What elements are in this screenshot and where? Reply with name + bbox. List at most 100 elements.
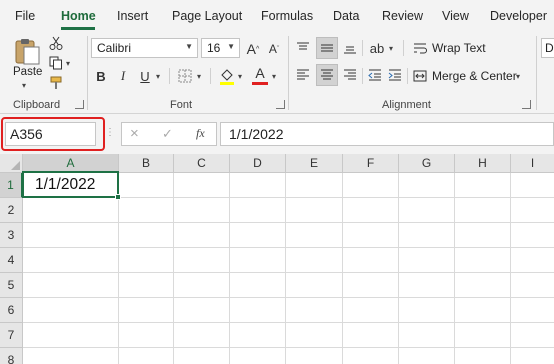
bold-icon[interactable]: B bbox=[93, 67, 109, 85]
merge-dropdown-icon: ▾ bbox=[516, 72, 521, 81]
tab-developer[interactable]: Developer bbox=[490, 9, 547, 23]
paste-dropdown-icon[interactable]: ▾ bbox=[22, 81, 26, 90]
gridline bbox=[23, 222, 554, 223]
cancel-icon[interactable]: × bbox=[130, 125, 139, 142]
top-align-icon[interactable] bbox=[294, 38, 312, 58]
alignment-launcher-icon[interactable] bbox=[522, 100, 531, 109]
borders-icon[interactable] bbox=[176, 67, 194, 85]
font-group-label: Font bbox=[170, 99, 193, 111]
merge-center-button[interactable]: Merge & Center ▾ bbox=[412, 67, 524, 85]
formula-buttons: × ✓ fx bbox=[121, 122, 217, 146]
fill-color-icon[interactable] bbox=[218, 66, 236, 86]
merge-center-label: Merge & Center bbox=[432, 69, 517, 83]
copy-dropdown-icon[interactable]: ▾ bbox=[66, 59, 70, 68]
column-header-f[interactable]: F bbox=[343, 154, 399, 173]
number-format-value: Da bbox=[545, 41, 554, 55]
alignment-divider bbox=[362, 40, 363, 56]
column-header-h[interactable]: H bbox=[455, 154, 511, 173]
column-header-b[interactable]: B bbox=[119, 154, 174, 173]
orientation-dropdown-icon[interactable]: ▾ bbox=[389, 44, 393, 53]
align-left-icon[interactable] bbox=[294, 65, 312, 85]
copy-icon[interactable] bbox=[47, 54, 65, 72]
row-header-1[interactable]: 1 bbox=[0, 173, 23, 198]
bottom-align-icon[interactable] bbox=[341, 38, 359, 58]
group-divider bbox=[536, 36, 537, 110]
paste-icon bbox=[15, 39, 40, 65]
tab-review[interactable]: Review bbox=[382, 9, 423, 23]
font-divider bbox=[169, 68, 170, 84]
number-format-select[interactable]: Da bbox=[541, 38, 554, 58]
gridline bbox=[229, 173, 230, 364]
underline-icon[interactable]: U bbox=[137, 67, 153, 85]
row-header-2[interactable]: 2 bbox=[0, 198, 23, 223]
wrap-text-button[interactable]: Wrap Text bbox=[412, 39, 492, 57]
tab-formulas[interactable]: Formulas bbox=[261, 9, 313, 23]
ribbon-tab-bar: File Home Insert Page Layout Formulas Da… bbox=[0, 0, 554, 32]
gridline bbox=[285, 173, 286, 364]
borders-dropdown-icon[interactable]: ▾ bbox=[197, 72, 201, 81]
font-launcher-icon[interactable] bbox=[276, 100, 285, 109]
column-header-i[interactable]: I bbox=[511, 154, 554, 173]
insert-function-icon[interactable]: fx bbox=[196, 126, 205, 141]
enter-icon[interactable]: ✓ bbox=[162, 126, 173, 142]
increase-indent-icon[interactable] bbox=[386, 65, 404, 85]
row-header-3[interactable]: 3 bbox=[0, 223, 23, 248]
ribbon: Paste ▾ ▾ Clipboard Calibri ▼ 16 ▼ A ^ Aˇ… bbox=[0, 32, 554, 114]
select-all-button[interactable] bbox=[0, 154, 23, 173]
clipboard-launcher-icon[interactable] bbox=[75, 100, 84, 109]
tab-view[interactable]: View bbox=[442, 9, 469, 23]
row-header-8[interactable]: 8 bbox=[0, 348, 23, 364]
cut-icon[interactable] bbox=[47, 34, 65, 52]
align-center-icon[interactable] bbox=[316, 64, 338, 86]
column-header-e[interactable]: E bbox=[286, 154, 343, 173]
alignment-divider bbox=[362, 68, 363, 84]
underline-dropdown-icon[interactable]: ▾ bbox=[156, 72, 160, 81]
gridline bbox=[173, 173, 174, 364]
align-right-icon[interactable] bbox=[341, 65, 359, 85]
format-painter-icon[interactable] bbox=[47, 74, 65, 92]
row-header-5[interactable]: 5 bbox=[0, 273, 23, 298]
alignment-divider bbox=[407, 68, 408, 84]
group-divider bbox=[87, 36, 88, 110]
font-color-icon[interactable]: A bbox=[251, 65, 269, 85]
tab-file[interactable]: File bbox=[15, 9, 35, 23]
gridline bbox=[23, 322, 554, 323]
font-color-dropdown-icon[interactable]: ▾ bbox=[272, 72, 276, 81]
italic-icon[interactable]: I bbox=[115, 67, 131, 85]
worksheet-grid: A B C D E F G H I 1 2 3 4 5 6 7 8 1/1/20… bbox=[0, 154, 554, 364]
gridline bbox=[23, 347, 554, 348]
decrease-indent-icon[interactable] bbox=[366, 65, 384, 85]
gridline bbox=[23, 272, 554, 273]
font-size-select[interactable]: 16 ▼ bbox=[201, 38, 240, 58]
font-name-select[interactable]: Calibri ▼ bbox=[91, 38, 198, 58]
wrap-text-label: Wrap Text bbox=[432, 41, 486, 55]
row-header-7[interactable]: 7 bbox=[0, 323, 23, 348]
increase-font-size-icon[interactable]: A ^ bbox=[245, 40, 261, 58]
row-header-4[interactable]: 4 bbox=[0, 248, 23, 273]
fill-color-dropdown-icon[interactable]: ▾ bbox=[238, 72, 242, 81]
decrease-font-size-icon[interactable]: Aˇ bbox=[266, 40, 282, 58]
cell-a1[interactable]: 1/1/2022 bbox=[22, 171, 119, 198]
fill-handle[interactable] bbox=[115, 194, 121, 200]
tab-data[interactable]: Data bbox=[333, 9, 359, 23]
paste-button[interactable]: Paste ▾ bbox=[10, 34, 44, 90]
select-all-icon bbox=[11, 161, 20, 170]
merge-center-icon bbox=[412, 68, 428, 84]
gridline bbox=[510, 173, 511, 364]
row-header-6[interactable]: 6 bbox=[0, 298, 23, 323]
orientation-icon[interactable]: ab bbox=[367, 38, 387, 58]
column-header-c[interactable]: C bbox=[174, 154, 230, 173]
gridline bbox=[398, 173, 399, 364]
formula-input[interactable]: 1/1/2022 bbox=[220, 122, 554, 146]
column-header-d[interactable]: D bbox=[230, 154, 286, 173]
gridline bbox=[118, 173, 119, 364]
middle-align-icon[interactable] bbox=[316, 37, 338, 59]
alignment-divider bbox=[403, 40, 404, 56]
tab-insert[interactable]: Insert bbox=[117, 9, 148, 23]
resize-handle-icon[interactable]: ⋮ bbox=[105, 127, 115, 138]
chevron-down-icon: ▼ bbox=[227, 42, 235, 51]
column-header-g[interactable]: G bbox=[399, 154, 455, 173]
group-divider bbox=[288, 36, 289, 110]
tab-page-layout[interactable]: Page Layout bbox=[172, 9, 242, 23]
tab-home[interactable]: Home bbox=[61, 9, 96, 23]
